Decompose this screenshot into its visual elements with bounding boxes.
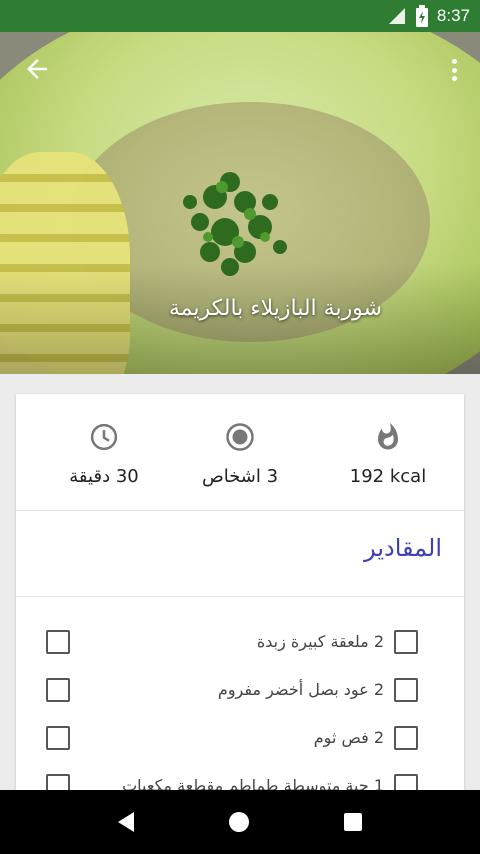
battery-charging-icon (415, 5, 428, 27)
servings-value: 3 اشخاص (201, 466, 279, 487)
back-button[interactable] (22, 54, 52, 84)
more-vert-dot (451, 67, 457, 73)
system-nav-bar (0, 790, 480, 854)
radio-circle-icon (226, 423, 254, 451)
ingredient-checkbox[interactable] (394, 774, 418, 790)
ingredient-checkbox-left[interactable] (46, 678, 70, 702)
recipe-hero-image: شوربة البازيلاء بالكريمة (0, 32, 480, 374)
more-options-button[interactable] (446, 56, 462, 84)
recipe-details-card: 192 kcal 3 اشخاص 30 دقيقة المقادير 2 ملع… (16, 394, 464, 790)
ingredient-row[interactable]: 1 حبة متوسطة طماطم مقطعة مكعبات (16, 764, 464, 790)
ingredient-checkbox-left[interactable] (46, 630, 70, 654)
nav-back-icon[interactable] (117, 812, 134, 832)
ingredient-checkbox[interactable] (394, 678, 418, 702)
more-vert-dot (451, 76, 457, 81)
flame-icon (378, 422, 398, 450)
status-bar: 8:37 (0, 0, 480, 32)
ingredients-title: المقادير (364, 534, 442, 562)
recipe-title: شوربة البازيلاء بالكريمة (168, 296, 382, 321)
nav-home-icon[interactable] (228, 812, 249, 832)
calories-stat: 192 kcal (318, 422, 458, 487)
ingredient-checkbox-left[interactable] (46, 726, 70, 750)
ingredient-checkbox[interactable] (394, 726, 418, 750)
ingredient-text: 2 عود بصل أخضر مفروم (217, 680, 384, 699)
ingredient-text: 1 حبة متوسطة طماطم مقطعة مكعبات (122, 776, 384, 790)
divider (16, 596, 464, 597)
status-time: 8:37 (436, 6, 470, 25)
duration-value: 30 دقيقة (69, 466, 139, 487)
more-vert-icon (451, 59, 457, 64)
divider (16, 510, 464, 511)
ingredient-text: 2 فص ثوم (313, 728, 384, 747)
ingredient-row[interactable]: 2 فص ثوم (16, 716, 464, 764)
calories-value: 192 kcal (349, 466, 427, 487)
ingredient-row[interactable]: 2 عود بصل أخضر مفروم (16, 668, 464, 716)
ingredient-row[interactable]: 2 ملعقة كبيرة زبدة (16, 620, 464, 668)
ingredient-checkbox-left[interactable] (46, 774, 70, 790)
ingredient-checkbox[interactable] (394, 630, 418, 654)
nav-recents-icon[interactable] (344, 813, 363, 831)
no-signal-icon (388, 8, 405, 24)
ingredient-text: 2 ملعقة كبيرة زبدة (256, 632, 384, 651)
recipe-stats: 192 kcal 3 اشخاص 30 دقيقة (16, 394, 464, 510)
servings-stat: 3 اشخاص (170, 422, 310, 487)
clock-icon (90, 423, 118, 451)
arrow-left-icon (27, 59, 47, 79)
duration-stat: 30 دقيقة (34, 422, 174, 487)
